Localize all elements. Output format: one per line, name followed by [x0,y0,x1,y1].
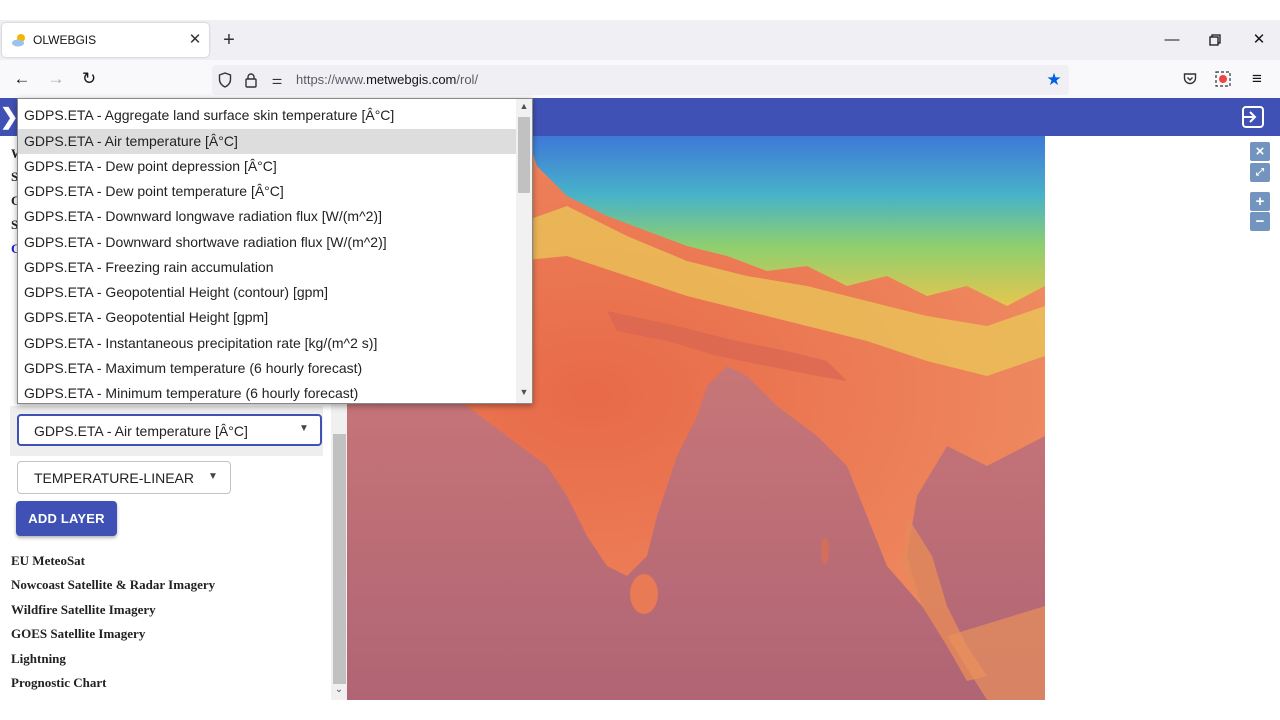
app-root: OLWEBGIS ✕ + — ✕ ← → ↻ ⚌ https://www.met… [0,0,1280,720]
layer-select-value: GDPS.ETA - Air temperature [Â°C] [34,423,248,439]
close-control-icon[interactable]: × [1250,142,1270,161]
category-item[interactable]: Prognostic Chart [11,675,321,699]
dropdown-option[interactable]: GDPS.ETA - Freezing rain accumulation [18,255,516,280]
url-bar[interactable]: ⚌ https://www.metwebgis.com/rol/ ★ [212,65,1069,95]
forward-icon[interactable]: → [44,67,68,91]
dropdown-option[interactable]: GDPS.ETA - Dew point temperature [Â°C] [18,179,516,204]
scroll-down-arrow-icon[interactable]: ⌄ [333,684,345,698]
minimize-icon[interactable]: — [1160,28,1184,52]
dropdown-option[interactable]: GDPS.ETA - Aggregate land surface skin t… [18,103,516,128]
dropdown-option[interactable]: GDPS.ETA - Instantaneous precipitation r… [18,331,516,356]
window-close-icon[interactable]: ✕ [1247,28,1271,52]
zoom-out-button[interactable]: − [1250,212,1270,231]
browser-nav-bar: ← → ↻ ⚌ https://www.metwebgis.com/rol/ ★… [0,60,1280,98]
extension-icon[interactable] [1211,67,1235,91]
dropdown-option[interactable]: GDPS.ETA - Minimum temperature (6 hourly… [18,381,516,403]
reload-icon[interactable]: ↻ [77,67,101,91]
browser-tab[interactable]: OLWEBGIS ✕ [2,23,209,57]
add-layer-button[interactable]: ADD LAYER [16,501,117,536]
back-icon[interactable]: ← [10,67,34,91]
dropdown-option[interactable]: GDPS.ETA - Downward shortwave radiation … [18,230,516,255]
browser-tab-bar: OLWEBGIS ✕ + — ✕ [0,20,1280,60]
category-item[interactable]: Wildfire Satellite Imagery [11,602,321,626]
new-tab-icon[interactable]: + [218,28,240,52]
dropdown-option[interactable]: GDPS.ETA - Dew point depression [Â°C] [18,154,516,179]
category-item[interactable]: EU MeteoSat [11,553,321,577]
lock-icon[interactable] [242,70,260,90]
tab-title: OLWEBGIS [33,33,97,47]
layer-select[interactable]: GDPS.ETA - Air temperature [Â°C] ▼ [17,414,322,446]
scroll-down-arrow-icon[interactable]: ▼ [518,387,530,401]
style-select-value: TEMPERATURE-LINEAR [34,470,194,486]
caret-down-icon: ▼ [299,423,309,434]
dropdown-option[interactable]: GDPS.ETA - Maximum temperature (6 hourly… [18,356,516,381]
pocket-icon[interactable] [1178,67,1202,91]
layer-dropdown-list[interactable]: GDPS.ETA - Aggregate land surface skin t… [17,98,533,404]
menu-icon[interactable]: ≡ [1245,67,1269,91]
caret-down-icon: ▼ [208,471,218,482]
fullscreen-control-icon[interactable]: ⤢ [1250,163,1270,182]
dropdown-option-selected[interactable]: GDPS.ETA - Air temperature [Â°C] [18,128,516,154]
dropdown-option[interactable]: GDPS.ETA - Geopotential Height [gpm] [18,305,516,330]
category-list: EU MeteoSat Nowcoast Satellite & Radar I… [11,553,321,699]
category-item[interactable]: GOES Satellite Imagery [11,626,321,650]
zoom-in-button[interactable]: + [1250,192,1270,211]
permissions-icon[interactable]: ⚌ [268,70,286,90]
bookmark-star-icon[interactable]: ★ [1044,70,1064,90]
sidebar-scrollbar-thumb[interactable] [333,434,346,684]
dropdown-scrollbar-thumb[interactable] [518,117,530,193]
shield-icon[interactable] [216,70,234,90]
style-select[interactable]: TEMPERATURE-LINEAR ▼ [17,461,231,494]
category-item[interactable]: Nowcoast Satellite & Radar Imagery [11,577,321,601]
category-item[interactable]: Lightning [11,651,321,675]
tab-close-icon[interactable]: ✕ [186,30,204,50]
exit-icon[interactable] [1240,104,1268,130]
scroll-up-arrow-icon[interactable]: ▲ [518,101,530,115]
url-text[interactable]: https://www.metwebgis.com/rol/ [296,72,478,87]
restore-icon[interactable] [1203,28,1227,52]
weather-favicon-icon [12,34,25,47]
dropdown-option[interactable]: GDPS.ETA - Downward longwave radiation f… [18,204,516,229]
dropdown-option[interactable]: GDPS.ETA - Geopotential Height (contour)… [18,280,516,305]
